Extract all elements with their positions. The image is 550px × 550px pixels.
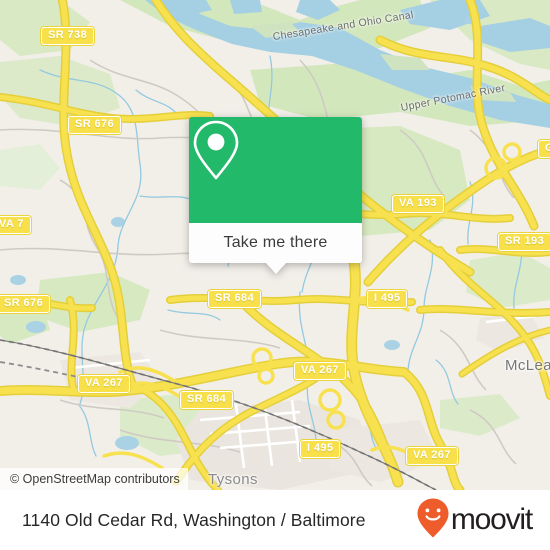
road-shield-i-495: I 495: [367, 290, 408, 308]
road-shield-va-267-3: VA 267: [406, 447, 458, 465]
moovit-logo[interactable]: moovit: [416, 497, 533, 544]
place-label-mclean: McLean: [505, 357, 550, 374]
moovit-wordmark: moovit: [450, 503, 533, 536]
take-me-there-label: Take me there: [223, 234, 328, 251]
road-shield-gw: GW: [538, 140, 550, 158]
road-shield-sr-676: SR 676: [68, 116, 122, 134]
road-shield-va-267-2: VA 267: [294, 362, 346, 380]
osm-attribution-text: © OpenStreetMap contributors: [10, 472, 180, 486]
address-label: 1140 Old Cedar Rd, Washington / Baltimor…: [22, 509, 366, 530]
road-shield-i-495-2: I 495: [300, 440, 341, 458]
map-canvas[interactable]: Chesapeake and Ohio Canal Upper Potomac …: [0, 0, 550, 490]
place-label-tysons: Tysons: [208, 471, 258, 488]
road-shield-sr-684: SR 684: [208, 290, 262, 308]
callout-tail: [264, 262, 287, 274]
road-shield-sr-684-2: SR 684: [180, 391, 234, 409]
location-callout[interactable]: Take me there: [189, 117, 362, 274]
osm-attribution[interactable]: © OpenStreetMap contributors: [0, 468, 188, 490]
callout-footer[interactable]: Take me there: [189, 223, 362, 274]
bottom-bar: 1140 Old Cedar Rd, Washington / Baltimor…: [0, 490, 550, 550]
moovit-pin-smiley-icon: [416, 497, 450, 544]
road-shield-sr-738: SR 738: [41, 27, 95, 45]
road-shield-sr-676-2: SR 676: [0, 295, 51, 313]
map-screenshot: Chesapeake and Ohio Canal Upper Potomac …: [0, 0, 550, 550]
road-shield-sr-193: SR 193: [498, 233, 550, 251]
road-shield-va-267: VA 267: [78, 375, 130, 393]
road-shield-va-7: VA 7: [0, 216, 31, 234]
callout-header: [189, 117, 362, 223]
road-shield-va-193: VA 193: [392, 195, 444, 213]
